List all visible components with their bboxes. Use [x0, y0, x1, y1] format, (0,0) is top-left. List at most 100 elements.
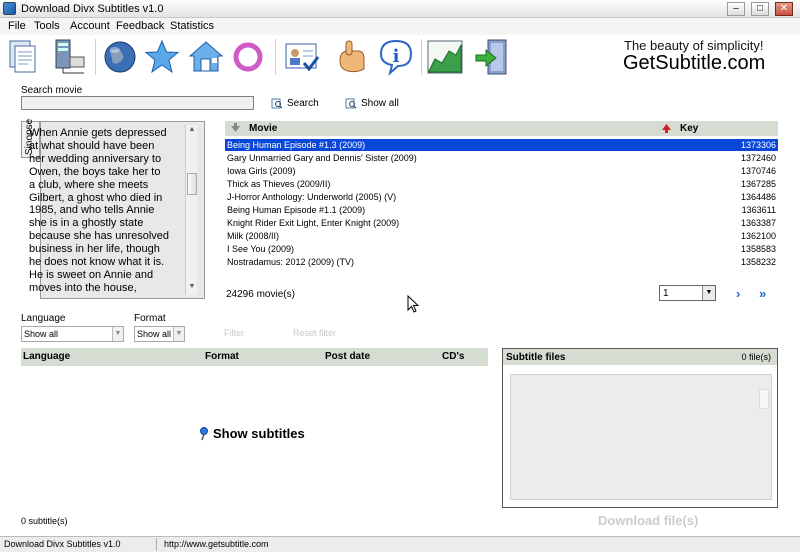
scroll-up-icon[interactable]: ▲ [187, 126, 197, 136]
show-all-button-label: Show all [361, 98, 399, 109]
movie-row[interactable]: Being Human Episode #1.3 (2009) 1373306 [225, 139, 778, 151]
maximize-button[interactable]: □ [751, 2, 769, 16]
synopsis-text: When Annie gets depressed at what should… [29, 127, 183, 295]
chart-icon[interactable] [425, 37, 465, 77]
synopsis-line: he does not know what it is. [29, 256, 165, 269]
format-label: Format [134, 313, 166, 324]
subtitle-files-title: Subtitle files [506, 352, 566, 363]
exit-door-icon[interactable] [472, 37, 512, 77]
toolbar: i The beauty of simplicity! GetSubtitle.… [0, 35, 800, 81]
show-all-button[interactable]: Show all [345, 98, 399, 109]
sort-up-icon[interactable] [661, 123, 672, 134]
next-page-button[interactable]: › [736, 286, 740, 301]
search-icon [271, 98, 283, 109]
home-icon[interactable] [186, 37, 226, 77]
title-bar: Download Divx Subtitles v1.0 – □ ✕ [0, 0, 800, 18]
status-app-name: Download Divx Subtitles v1.0 [4, 539, 121, 549]
movie-column-header[interactable]: Movie [249, 123, 277, 134]
close-button[interactable]: ✕ [775, 2, 793, 16]
menu-statistics[interactable]: Statistics [170, 20, 214, 32]
menu-feedback[interactable]: Feedback [116, 20, 164, 32]
minimize-button[interactable]: – [727, 2, 745, 16]
synopsis-line: He is sweet on Annie and [29, 268, 154, 281]
profile-card-icon[interactable] [282, 37, 322, 77]
scroll-thumb[interactable] [187, 173, 197, 195]
movie-row[interactable]: I See You (2009) 1358583 [225, 243, 778, 255]
key-column-header[interactable]: Key [680, 123, 698, 134]
star-icon[interactable] [142, 37, 182, 77]
sort-down-icon[interactable] [230, 123, 241, 134]
language-column-header[interactable]: Language [23, 351, 70, 362]
chevron-down-icon[interactable]: ▼ [112, 327, 123, 341]
subtitle-files-header: Subtitle files 0 file(s) [503, 349, 777, 365]
language-select-value: Show all [24, 329, 59, 339]
documents-icon[interactable] [4, 37, 44, 77]
chevron-down-icon[interactable]: ▼ [173, 327, 184, 341]
synopsis-line: her wedding anniversary to [29, 152, 162, 165]
pin-icon [200, 426, 208, 440]
info-icon[interactable]: i [376, 37, 416, 77]
movie-row[interactable]: Thick as Thieves (2009/II) 1367285 [225, 178, 778, 190]
movie-row[interactable]: Nostradamus: 2012 (2009) (TV) 1358232 [225, 256, 778, 268]
subtitle-count: 0 subtitle(s) [21, 516, 68, 526]
cds-column-header[interactable]: CD's [442, 351, 464, 362]
chevron-down-icon[interactable]: ▼ [702, 286, 715, 300]
movie-row[interactable]: J-Horror Anthology: Underworld (2005) (V… [225, 191, 778, 203]
toolbar-separator [275, 39, 276, 75]
movie-row[interactable]: Milk (2008/II) 1362100 [225, 230, 778, 242]
synopsis-line: When Annie gets depressed [29, 127, 167, 139]
movie-row[interactable]: Gary Unmarried Gary and Dennis' Sister (… [225, 152, 778, 164]
search-button-label: Search [287, 98, 319, 109]
status-bar: Download Divx Subtitles v1.0 http://www.… [0, 536, 800, 552]
subtitle-files-panel: Subtitle files 0 file(s) [502, 348, 778, 508]
show-subtitles-button[interactable]: Show subtitles [199, 426, 305, 441]
status-divider [156, 538, 157, 551]
search-button[interactable]: Search [271, 98, 319, 109]
subtitle-files-count: 0 file(s) [741, 352, 771, 362]
toolbar-separator [421, 39, 422, 75]
menu-bar: File Tools Account Feedback Statistics [0, 18, 800, 35]
synopsis-line: moves into the house, [29, 281, 137, 294]
brand-logo-text: GetSubtitle.com [623, 52, 766, 74]
window-title: Download Divx Subtitles v1.0 [21, 3, 164, 15]
subtitle-files-list[interactable] [510, 374, 772, 500]
last-page-button[interactable]: » [759, 286, 766, 301]
synopsis-line: Owen, the boys take her to [29, 165, 161, 178]
language-label: Language [21, 313, 66, 324]
status-url[interactable]: http://www.getsubtitle.com [164, 539, 269, 549]
synopsis-line: 1985, and who tells Annie [29, 204, 155, 217]
synopsis-line: because she has unresolved [29, 230, 170, 243]
movie-grid-header: Movie Key [225, 121, 778, 136]
synopsis-line: at what should have been [29, 139, 155, 152]
post-date-column-header[interactable]: Post date [325, 351, 370, 362]
movie-row[interactable]: Being Human Episode #1.1 (2009) 1363611 [225, 204, 778, 216]
scroll-down-icon[interactable]: ▼ [187, 283, 197, 293]
synopsis-line: business in her life, though [29, 243, 160, 256]
app-icon [3, 2, 16, 15]
synopsis-scrollbar[interactable]: ▲ ▼ [185, 125, 197, 295]
mouse-cursor-icon [407, 295, 419, 313]
filter-button[interactable]: Filter [224, 328, 244, 338]
synopsis-line: a club, where she meets [29, 178, 149, 191]
search-movie-input[interactable] [21, 96, 254, 110]
network-icon[interactable] [50, 37, 90, 77]
menu-account[interactable]: Account [70, 20, 110, 32]
movie-row[interactable]: Knight Rider Exit Light, Enter Knight (2… [225, 217, 778, 229]
subtitle-grid-header: Language Format Post date CD's [21, 348, 488, 366]
svg-text:i: i [393, 46, 400, 67]
page-select[interactable]: 1 ▼ [659, 285, 716, 301]
hand-icon[interactable] [332, 37, 372, 77]
format-select[interactable]: Show all ▼ [134, 326, 185, 342]
menu-tools[interactable]: Tools [34, 20, 60, 32]
reset-filter-button[interactable]: Reset filter [293, 328, 336, 338]
ring-icon[interactable] [228, 37, 268, 77]
format-select-value: Show all [137, 329, 172, 339]
files-scrollbar[interactable] [759, 389, 769, 409]
globe-icon[interactable] [100, 37, 140, 77]
menu-file[interactable]: File [8, 20, 26, 32]
show-subtitles-label: Show subtitles [213, 426, 305, 441]
movie-row[interactable]: Iowa Girls (2009) 1370746 [225, 165, 778, 177]
language-select[interactable]: Show all ▼ [21, 326, 124, 342]
download-files-button[interactable]: Download file(s) [598, 513, 698, 528]
format-column-header[interactable]: Format [205, 351, 239, 362]
